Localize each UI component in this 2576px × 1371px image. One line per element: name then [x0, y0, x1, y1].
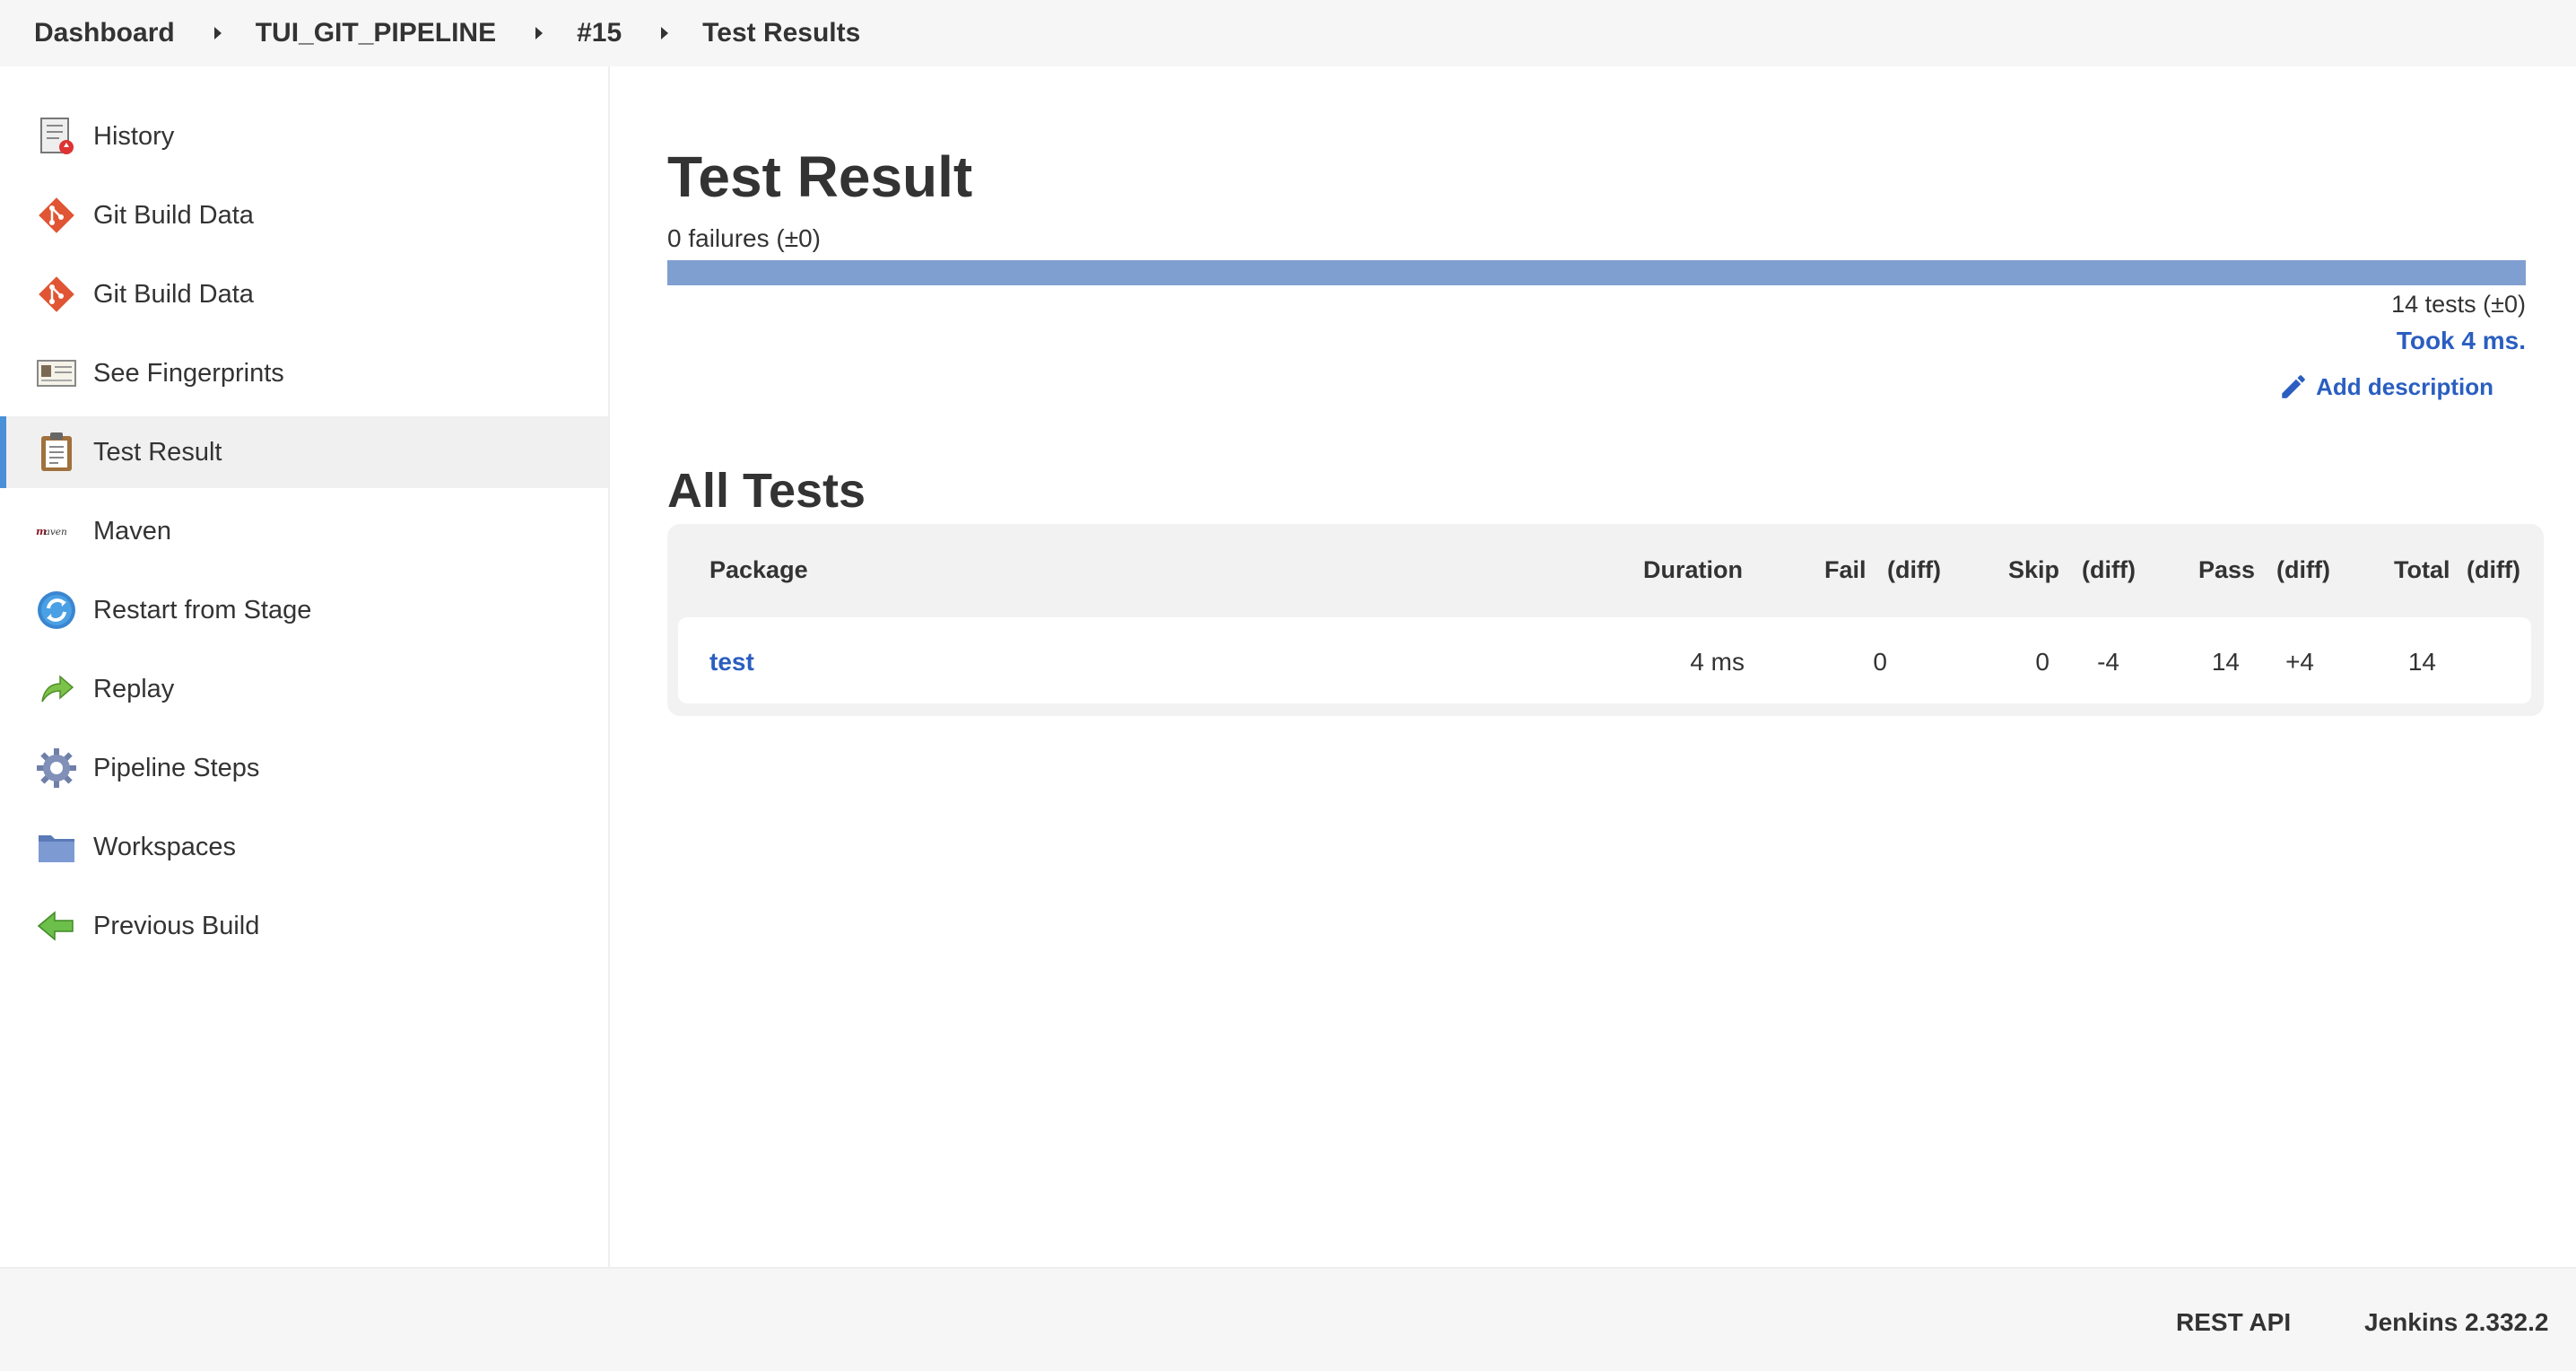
pencil-icon — [2282, 375, 2305, 398]
test-progress-bar — [667, 260, 2526, 285]
chevron-right-icon[interactable] — [661, 27, 669, 39]
cell-pass-diff: +4 — [2285, 648, 2314, 676]
breadcrumb-job[interactable]: TUI_GIT_PIPELINE — [256, 18, 496, 48]
column-header-fail-diff[interactable]: (diff) — [1887, 556, 1941, 584]
cell-skip-diff: -4 — [2097, 648, 2119, 676]
sidebar-item-label: Workspaces — [93, 832, 237, 861]
git-icon — [36, 274, 77, 315]
rest-api-link[interactable]: REST API — [2176, 1308, 2291, 1337]
table-row: test 4 ms 0 0 -4 14 +4 14 — [678, 617, 2531, 703]
column-header-fail[interactable]: Fail — [1824, 556, 1867, 584]
sidebar-item-git-build-data[interactable]: Git Build Data — [0, 179, 608, 251]
svg-text:aven: aven — [45, 527, 67, 537]
test-progress-pass-fill — [667, 260, 2526, 285]
add-description-link[interactable]: Add description — [2278, 371, 2493, 402]
cell-duration: 4 ms — [1690, 648, 1745, 676]
sidebar-item-label: Restart from Stage — [93, 595, 312, 624]
page-title: Test Result — [667, 144, 973, 209]
clipboard-icon — [36, 432, 77, 473]
tests-table: Package Duration Fail (diff) Skip (diff)… — [667, 524, 2544, 716]
chevron-right-icon[interactable] — [535, 27, 544, 39]
sidebar-item-label: Git Build Data — [93, 200, 254, 230]
column-header-skip[interactable]: Skip — [2008, 556, 2059, 584]
breadcrumb-dashboard[interactable]: Dashboard — [34, 18, 175, 48]
column-header-pass[interactable]: Pass — [2198, 556, 2255, 584]
history-icon — [36, 116, 77, 157]
back-arrow-icon — [36, 905, 77, 947]
add-description-label: Add description — [2316, 372, 2493, 400]
cell-skip: 0 — [2035, 648, 2049, 676]
column-header-pass-diff[interactable]: (diff) — [2276, 556, 2330, 584]
cell-fail: 0 — [1873, 648, 1887, 676]
gear-icon — [36, 747, 77, 789]
sidebar-item-maven[interactable]: m aven Maven — [0, 495, 608, 567]
failures-summary: 0 failures (±0) — [667, 224, 821, 252]
column-header-skip-diff[interactable]: (diff) — [2082, 556, 2136, 584]
sidebar-item-pipeline-steps[interactable]: Pipeline Steps — [0, 732, 608, 804]
took-duration-link[interactable]: Took 4 ms. — [2397, 327, 2526, 355]
cell-pass: 14 — [2211, 648, 2240, 676]
column-header-duration[interactable]: Duration — [1643, 556, 1743, 584]
folder-icon — [36, 826, 77, 868]
sidebar: History Git Build Data Git Build Data Se… — [0, 66, 610, 1267]
sidebar-item-history[interactable]: History — [0, 100, 608, 172]
sidebar-item-test-result[interactable]: Test Result — [0, 416, 608, 488]
sidebar-item-previous-build[interactable]: Previous Build — [0, 890, 608, 962]
sidebar-item-label: Pipeline Steps — [93, 753, 260, 782]
sidebar-item-replay[interactable]: Replay — [0, 653, 608, 725]
restart-icon — [36, 589, 77, 631]
maven-logo-icon: m aven — [36, 511, 77, 552]
sidebar-item-label: Maven — [93, 516, 172, 546]
fingerprint-card-icon — [36, 353, 77, 394]
sidebar-item-restart-from-stage[interactable]: Restart from Stage — [0, 574, 608, 646]
column-header-package[interactable]: Package — [709, 556, 808, 584]
breadcrumb-test-results[interactable]: Test Results — [702, 18, 860, 48]
all-tests-title: All Tests — [667, 464, 866, 518]
sidebar-item-label: History — [93, 121, 175, 151]
package-link[interactable]: test — [709, 648, 754, 677]
column-header-total[interactable]: Total — [2394, 556, 2450, 584]
cell-total: 14 — [2407, 648, 2436, 676]
footer: REST API Jenkins 2.332.2 — [0, 1267, 2576, 1371]
sidebar-item-label: Test Result — [93, 437, 222, 467]
column-header-total-diff[interactable]: (diff) — [2467, 556, 2520, 584]
breadcrumb-build[interactable]: #15 — [577, 18, 622, 48]
chevron-right-icon[interactable] — [213, 27, 222, 39]
replay-arrow-icon — [36, 668, 77, 710]
sidebar-item-label: Replay — [93, 674, 175, 703]
sidebar-item-see-fingerprints[interactable]: See Fingerprints — [0, 337, 608, 409]
sidebar-item-label: Git Build Data — [93, 279, 254, 309]
tests-count: 14 tests (±0) — [2391, 291, 2526, 318]
sidebar-item-git-build-data[interactable]: Git Build Data — [0, 258, 608, 330]
sidebar-item-label: See Fingerprints — [93, 358, 284, 388]
sidebar-item-label: Previous Build — [93, 911, 260, 940]
sidebar-item-workspaces[interactable]: Workspaces — [0, 811, 608, 883]
git-icon — [36, 195, 77, 236]
jenkins-version-link[interactable]: Jenkins 2.332.2 — [2364, 1308, 2548, 1337]
breadcrumb: Dashboard TUI_GIT_PIPELINE #15 Test Resu… — [0, 0, 2576, 66]
